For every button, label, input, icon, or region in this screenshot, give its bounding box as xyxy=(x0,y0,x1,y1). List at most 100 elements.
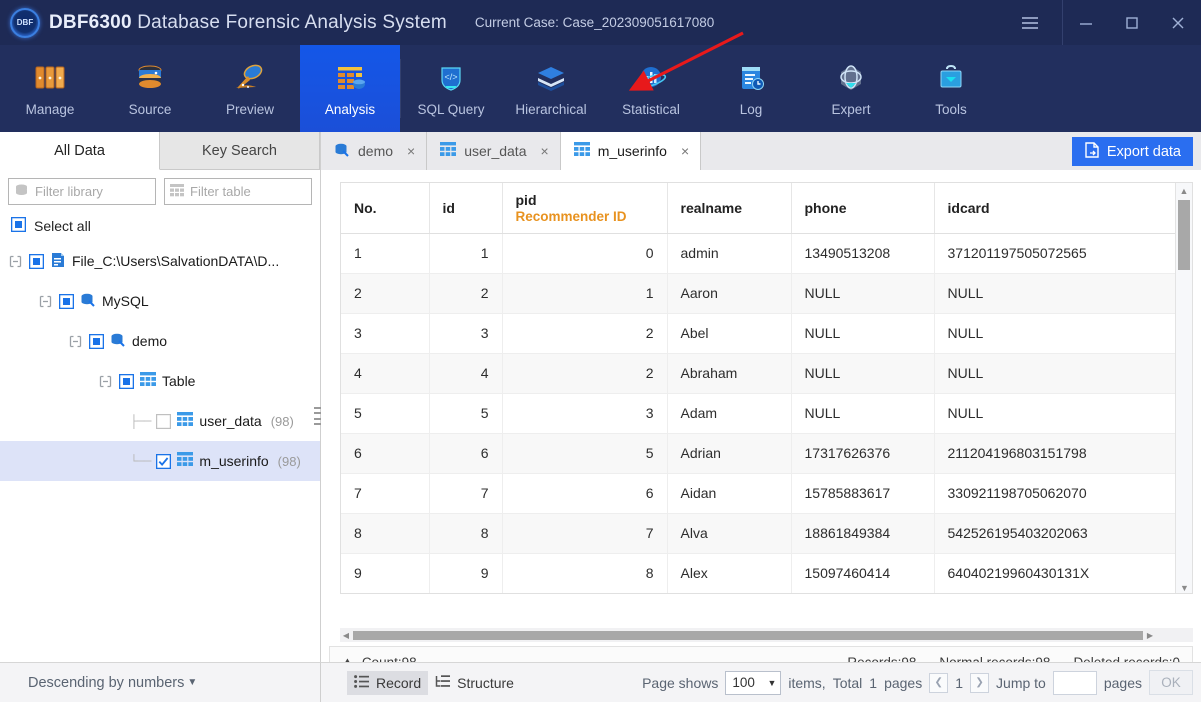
tree-node-demo[interactable]: demo xyxy=(0,321,320,361)
collapse-icon[interactable] xyxy=(8,254,23,269)
ribbon-item-log[interactable]: Log xyxy=(701,45,801,132)
column-header-idcard[interactable]: idcard xyxy=(934,183,1177,234)
collapse-icon[interactable] xyxy=(68,334,83,349)
vertical-scrollbar[interactable]: ▲ ▼ xyxy=(1175,183,1192,593)
sidebar-tab-all-data[interactable]: All Data xyxy=(0,132,160,170)
collapse-icon[interactable] xyxy=(38,294,53,309)
chevron-down-icon[interactable]: ▼ xyxy=(767,678,776,688)
close-icon[interactable]: × xyxy=(541,143,549,159)
table-row[interactable]: 6 6 5 Adrian 17317626376 211204196803151… xyxy=(341,433,1177,474)
tree-checkbox-partial[interactable] xyxy=(118,373,135,389)
doc-tab-user-data[interactable]: user_data × xyxy=(427,132,561,170)
cell-no: 6 xyxy=(341,433,430,474)
chevron-down-icon[interactable]: ▼ xyxy=(187,677,197,688)
table-row[interactable]: 9 9 8 Alex 15097460414 64040219960430131… xyxy=(341,553,1177,593)
cell-id: 8 xyxy=(429,513,503,554)
ribbon-label: Tools xyxy=(935,102,967,117)
scroll-left-icon[interactable]: ◀ xyxy=(340,631,352,640)
ribbon-label: Manage xyxy=(25,102,75,117)
tree-node-mysql[interactable]: MySQL xyxy=(0,281,320,321)
close-icon[interactable]: × xyxy=(407,143,415,159)
doc-tab-demo[interactable]: demo × xyxy=(321,132,428,170)
page-size-select[interactable]: 100 ▼ xyxy=(725,670,782,695)
cell-idcard: 371201197505072565 xyxy=(934,233,1177,274)
view-tab-label: Structure xyxy=(457,674,514,691)
table-row[interactable]: 3 3 2 Abel NULL NULL xyxy=(341,313,1177,354)
table-row[interactable]: 8 8 7 Alva 18861849384 54252619540320206… xyxy=(341,513,1177,554)
tree-checkbox-partial[interactable] xyxy=(58,293,75,309)
hamburger-menu-icon[interactable] xyxy=(1008,0,1052,45)
cell-no: 5 xyxy=(341,393,430,434)
ribbon-item-analysis[interactable]: Analysis xyxy=(300,45,400,132)
mysql-icon xyxy=(110,332,126,351)
jump-to-input[interactable] xyxy=(1052,670,1097,695)
filter-library-input[interactable]: Filter library xyxy=(8,178,156,205)
sidebar-tab-key-search[interactable]: Key Search xyxy=(160,132,320,170)
tree-checkbox-checked[interactable] xyxy=(156,453,172,469)
table-row[interactable]: 1 1 0 admin 13490513208 3712011975050725… xyxy=(341,233,1177,274)
cell-phone: 17317626376 xyxy=(791,433,935,474)
table-row[interactable]: 2 2 1 Aaron NULL NULL xyxy=(341,273,1177,314)
table-icon xyxy=(177,412,194,430)
tree-checkbox-partial[interactable] xyxy=(28,253,45,269)
collapse-icon[interactable] xyxy=(98,374,113,389)
table-row[interactable]: 7 7 6 Aidan 15785883617 3309211987050620… xyxy=(341,473,1177,514)
panel-splitter-handle[interactable] xyxy=(314,404,321,428)
export-data-button[interactable]: Export data xyxy=(1071,137,1193,166)
cell-idcard: NULL xyxy=(934,313,1177,354)
ribbon-item-manage[interactable]: Manage xyxy=(0,45,100,132)
cell-id: 1 xyxy=(429,233,503,274)
table-row[interactable]: 5 5 3 Adam NULL NULL xyxy=(341,393,1177,434)
tree-node-file[interactable]: File_C:\Users\SalvationDATA\D... xyxy=(0,241,320,281)
tree-checkbox-partial[interactable] xyxy=(88,333,105,349)
column-header-id[interactable]: id xyxy=(429,183,503,234)
table-icon xyxy=(573,142,590,160)
cell-phone: 13490513208 xyxy=(791,233,935,274)
ribbon-item-statistical[interactable]: Statistical xyxy=(601,45,701,132)
ribbon-label: Preview xyxy=(225,102,274,117)
ribbon-item-preview[interactable]: Preview xyxy=(200,45,300,132)
cell-realname: admin xyxy=(667,233,792,274)
tree-node-m-userinfo[interactable]: └── m_userinfo (98) xyxy=(0,441,320,481)
doc-tab-m-userinfo[interactable]: m_userinfo × xyxy=(560,132,702,170)
tree-node-table-group[interactable]: Table xyxy=(0,361,320,401)
toolbox-icon xyxy=(931,56,971,100)
select-all-checkbox[interactable] xyxy=(10,216,27,235)
vertical-scrollbar-thumb[interactable] xyxy=(1178,200,1190,270)
view-tab-record[interactable]: Record xyxy=(347,670,429,695)
column-header-phone[interactable]: phone xyxy=(791,183,935,234)
close-icon[interactable]: × xyxy=(681,143,689,159)
minimize-icon[interactable] xyxy=(1063,0,1109,45)
ribbon-item-hierarchical[interactable]: Hierarchical xyxy=(501,45,601,132)
scroll-right-icon[interactable]: ▶ xyxy=(1144,631,1156,640)
table-row[interactable]: 4 4 2 Abraham NULL NULL xyxy=(341,353,1177,394)
scroll-down-icon[interactable]: ▼ xyxy=(1176,580,1192,593)
column-header-realname[interactable]: realname xyxy=(667,183,792,234)
horizontal-scrollbar[interactable]: ◀ ▶ xyxy=(340,628,1193,642)
tree-checkbox-unchecked[interactable] xyxy=(156,413,172,429)
prev-page-button[interactable]: ❮ xyxy=(929,672,949,693)
expert-node-icon xyxy=(831,56,871,100)
next-page-button[interactable]: ❯ xyxy=(970,672,990,693)
sidebar-sort-dropdown[interactable]: Descending by numbers ▼ xyxy=(0,662,321,702)
column-header-no[interactable]: No. xyxy=(341,183,430,234)
column-label: phone xyxy=(804,199,847,216)
table-icon xyxy=(170,183,184,200)
scroll-up-icon[interactable]: ▲ xyxy=(1176,183,1192,198)
cell-pid: 2 xyxy=(502,353,668,394)
filter-table-input[interactable]: Filter table xyxy=(164,178,312,205)
tree-node-user-data[interactable]: ├── user_data (98) xyxy=(0,401,320,441)
ribbon-item-expert[interactable]: Expert xyxy=(801,45,901,132)
cell-realname: Adam xyxy=(667,393,792,434)
close-icon[interactable] xyxy=(1155,0,1201,45)
column-header-pid[interactable]: pid Recommender ID xyxy=(502,183,668,234)
ribbon-item-source[interactable]: Source xyxy=(100,45,200,132)
ribbon-item-sql-query[interactable]: </> SQL Query xyxy=(401,45,501,132)
select-all-row[interactable]: Select all xyxy=(0,211,320,241)
horizontal-scrollbar-thumb[interactable] xyxy=(353,630,1143,640)
ribbon-item-tools[interactable]: Tools xyxy=(901,45,1001,132)
cell-idcard: 542526195403202063 xyxy=(934,513,1177,554)
view-tab-structure[interactable]: Structure xyxy=(428,671,521,695)
ok-button[interactable]: OK xyxy=(1149,670,1193,695)
maximize-icon[interactable] xyxy=(1109,0,1155,45)
